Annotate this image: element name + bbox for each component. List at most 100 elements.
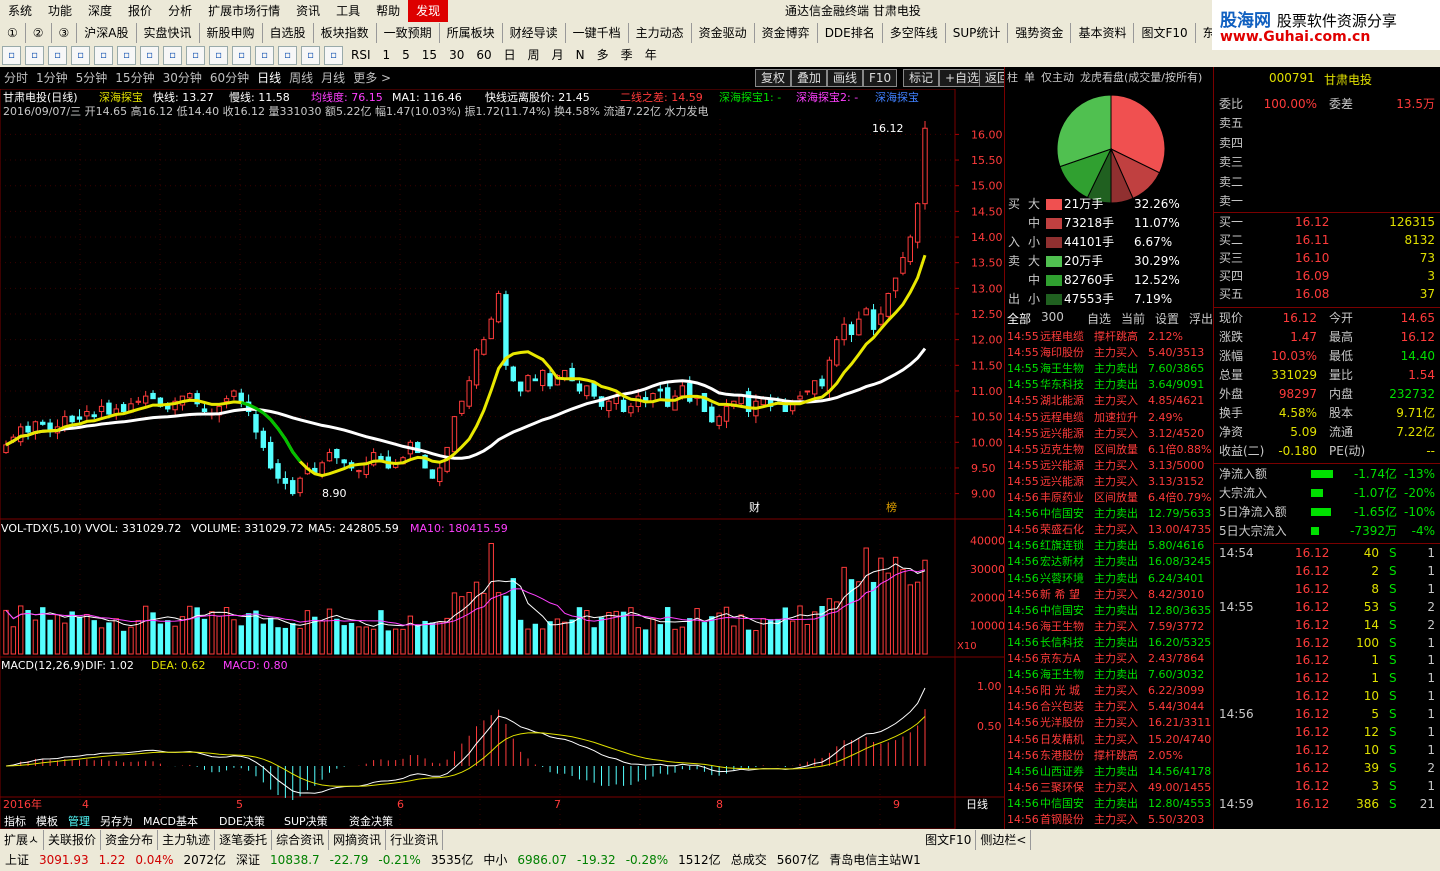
tab-item[interactable]: 多空阵线 — [883, 22, 946, 43]
left-arrow-icon[interactable]: ▫ — [71, 45, 90, 65]
menu-item[interactable]: 系统 — [0, 0, 40, 22]
indicator-tab[interactable]: DDE决策 — [219, 814, 265, 828]
info-tab[interactable]: 资金分布 — [101, 829, 159, 850]
monitor-row[interactable]: 14:56 日发精机 主力买入 15.20/4740 — [1006, 732, 1213, 748]
filter-tab[interactable]: 当前 — [1121, 310, 1145, 327]
toolbar-button[interactable]: 30 — [443, 44, 470, 66]
list-icon[interactable]: ▫ — [163, 45, 182, 65]
tab-item[interactable]: ② — [26, 22, 52, 43]
filter-tab[interactable]: 300 — [1041, 310, 1064, 324]
indicator-tab[interactable]: 资金决策 — [349, 814, 393, 828]
rank-marker[interactable]: 榜 — [886, 500, 897, 514]
tab-item[interactable]: 基本资料 — [1071, 22, 1135, 43]
indicator-tab[interactable]: 模板 — [36, 814, 58, 828]
filter-tab[interactable]: 浮出 — [1189, 310, 1213, 327]
period-tab[interactable]: 5分钟 — [72, 67, 112, 89]
menu-item[interactable]: 发现 — [408, 0, 449, 22]
bid-level[interactable]: 买五 16.08 37 — [1217, 285, 1437, 303]
toolbar-button[interactable]: 5 — [396, 44, 416, 66]
menu-item[interactable]: 扩展市场行情 — [200, 0, 288, 22]
bid-level[interactable]: 买三 16.10 73 — [1217, 249, 1437, 267]
monitor-row[interactable]: 14:56 宏达新材 主力卖出 16.08/3245 — [1006, 554, 1213, 570]
monitor-row[interactable]: 14:56 阳 光 城主力买入 6.22/3099 — [1006, 683, 1213, 699]
monitor-row[interactable]: 14:56 海王生物 主力买入 7.59/3772 — [1006, 619, 1213, 635]
fo-icon[interactable]: ▫ — [186, 45, 205, 65]
info-tab[interactable]: 网摘资讯 — [329, 829, 387, 850]
ask-level[interactable]: 卖一 — [1217, 192, 1437, 210]
monitor-row[interactable]: 14:56 中信国安 主力卖出 12.80/3635 — [1006, 603, 1213, 619]
monitor-row[interactable]: 14:55 湖北能源 主力买入 4.85/4621 — [1006, 393, 1213, 409]
monitor-row[interactable]: 14:55 远兴能源 主力买入 3.12/4520 — [1006, 426, 1213, 442]
ask-level[interactable]: 卖五 — [1217, 114, 1437, 132]
toolbar-button[interactable]: 15 — [416, 44, 443, 66]
indicator-tab[interactable]: 管理 — [68, 814, 90, 828]
period-tab[interactable]: 日线 — [253, 67, 285, 89]
period-tab[interactable]: 周线 — [285, 67, 317, 89]
filter-tab[interactable]: 自选 — [1087, 310, 1111, 327]
line-icon[interactable]: ▫ — [278, 45, 297, 65]
bar-chart-icon[interactable]: ▫ — [232, 45, 251, 65]
monitor-row[interactable]: 14:56 东港股份 撑杆跳高 2.05% — [1006, 748, 1213, 764]
period-tab[interactable]: 15分钟 — [111, 67, 158, 89]
filter-tab[interactable]: 全部 — [1007, 310, 1031, 327]
chart-action-button[interactable]: F10 — [863, 69, 898, 87]
monitor-row[interactable]: 14:56 京东方A 主力买入 2.43/7864 — [1006, 651, 1213, 667]
info-tab[interactable]: 主力轨迹 — [158, 829, 216, 850]
chart-action-button[interactable]: 叠加 — [791, 69, 828, 87]
monitor-row[interactable]: 14:56 山西证券 主力卖出 14.56/4178 — [1006, 764, 1213, 780]
monitor-row[interactable]: 14:55 远程电缆 撑杆跳高 2.12% — [1006, 329, 1213, 345]
monitor-row[interactable]: 14:55 远程电缆 加速拉升 2.49% — [1006, 410, 1213, 426]
tab-item[interactable]: 一致预期 — [377, 22, 440, 43]
indicator-tab[interactable]: 另存为 — [100, 814, 133, 828]
menu-item[interactable]: 工具 — [328, 0, 368, 22]
bid-level[interactable]: 买二 16.11 8132 — [1217, 231, 1437, 249]
tab-item[interactable]: 新股申购 — [200, 22, 263, 43]
mid-tab[interactable]: 龙虎看盘(成交量/按所有) — [1080, 69, 1202, 85]
monitor-row[interactable]: 14:56 三聚环保 主力买入 49.00/1455 — [1006, 780, 1213, 796]
tab-item[interactable]: 自选股 — [263, 22, 314, 43]
tab-item[interactable]: ① — [0, 22, 26, 43]
chart-action-button[interactable]: 标记 — [903, 69, 940, 87]
toolbar-button[interactable]: 日 — [498, 44, 522, 66]
period-tab[interactable]: 月线 — [317, 67, 349, 89]
ask-level[interactable]: 卖四 — [1217, 134, 1437, 152]
toolbar-button[interactable]: 60 — [470, 44, 497, 66]
menu-item[interactable]: 深度 — [80, 0, 120, 22]
fe-icon[interactable]: ▫ — [209, 45, 228, 65]
info-tab[interactable]: 综合资讯 — [272, 829, 330, 850]
panel-toggle[interactable]: 图文F10 — [921, 829, 977, 850]
info-tab[interactable]: 扩展ㅅ — [0, 829, 45, 850]
menu-item[interactable]: 帮助 — [368, 0, 408, 22]
info-tab[interactable]: 关联报价 — [44, 829, 102, 850]
menu-item[interactable]: 资讯 — [288, 0, 328, 22]
monitor-row[interactable]: 14:56 光洋股份 主力买入 16.21/3311 — [1006, 715, 1213, 731]
indicator-tab[interactable]: 指标 — [4, 814, 26, 828]
mid-tab[interactable]: 单 — [1024, 69, 1035, 85]
monitor-row[interactable]: 14:56 丰原药业 区间放量 6.4倍0.79% — [1006, 490, 1213, 506]
monitor-row[interactable]: 14:55 海印股份 主力买入 5.40/3513 — [1006, 345, 1213, 361]
tab-item[interactable]: 主力动态 — [629, 22, 692, 43]
toolbar-button[interactable]: 周 — [522, 44, 546, 66]
monitor-row[interactable]: 14:55 迈克生物 区间放量 6.1倍0.88% — [1006, 442, 1213, 458]
ask-level[interactable]: 卖三 — [1217, 153, 1437, 171]
toolbar-button[interactable]: 季 — [615, 44, 639, 66]
ask-level[interactable]: 卖二 — [1217, 173, 1437, 191]
monitor-row[interactable]: 14:55 远兴能源 主力买入 3.13/3152 — [1006, 474, 1213, 490]
monitor-row[interactable]: 14:55 远兴能源 主力买入 3.13/5000 — [1006, 458, 1213, 474]
monitor-row[interactable]: 14:56 兴蓉环境 主力卖出 6.24/3401 — [1006, 571, 1213, 587]
toolbar-button[interactable]: 1 — [377, 44, 397, 66]
chart-icon[interactable]: ▫ — [140, 45, 159, 65]
toolbar-button[interactable]: RSI — [345, 44, 377, 66]
period-tab[interactable]: 分时 — [0, 67, 32, 89]
monitor-row[interactable]: 14:56 首钢股份 主力买入 5.50/3203 — [1006, 812, 1213, 828]
tab-item[interactable]: 资金博弈 — [755, 22, 818, 43]
grid-icon[interactable]: ▫ — [117, 45, 136, 65]
monitor-row[interactable]: 14:55 华东科技 主力卖出 3.64/9091 — [1006, 377, 1213, 393]
filter-tab[interactable]: 设置 — [1155, 310, 1179, 327]
toolbar-button[interactable]: 年 — [639, 44, 663, 66]
back-icon[interactable]: ▫ — [2, 45, 21, 65]
kline-chart-panel[interactable]: 甘肃电投(日线) 深海探宝 快线: 13.27 慢线: 11.58 均线度: 76.15… — [0, 88, 1005, 830]
info-tab[interactable]: 逐笔委托 — [215, 829, 273, 850]
monitor-row[interactable]: 14:56 中信国安 主力卖出 12.79/5633 — [1006, 506, 1213, 522]
finance-marker[interactable]: 财 — [749, 500, 760, 514]
